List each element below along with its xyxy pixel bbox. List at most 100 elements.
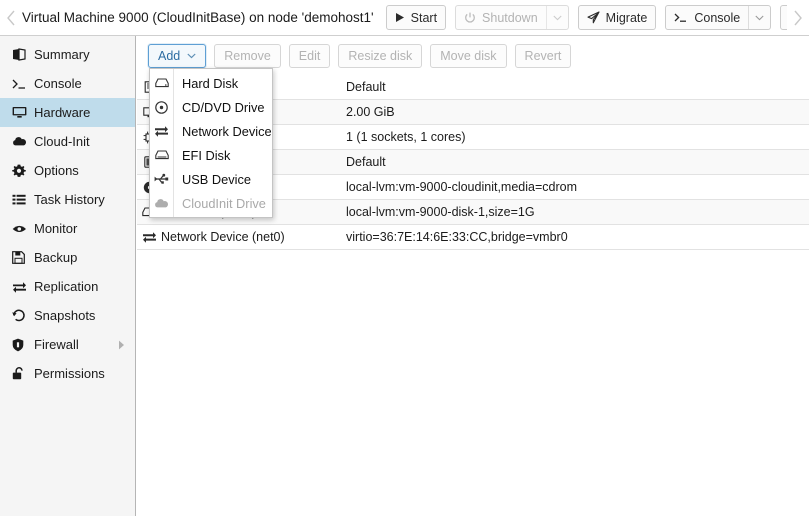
header-toolbar: Start Shutdown	[386, 5, 809, 30]
row-key: Network Device (net0)	[161, 230, 343, 244]
shutdown-button-label: Shutdown	[482, 11, 538, 25]
sidebar-item-backup[interactable]: Backup	[0, 243, 135, 272]
replication-icon	[12, 281, 34, 293]
shutdown-dropdown-arrow[interactable]	[546, 6, 568, 29]
menu-item-network-device[interactable]: Network Device	[150, 119, 272, 143]
sidebar-item-label: Monitor	[34, 221, 77, 236]
sidebar-item-summary[interactable]: Summary	[0, 40, 135, 69]
revert-button[interactable]: Revert	[515, 44, 572, 68]
chevron-down-icon	[187, 53, 196, 59]
menu-item-label: Hard Disk	[173, 76, 238, 91]
row-value: Default	[343, 80, 809, 94]
sidebar-item-console[interactable]: Console	[0, 69, 135, 98]
sidebar-item-replication[interactable]: Replication	[0, 272, 135, 301]
console-dropdown-arrow[interactable]	[748, 6, 770, 29]
sidebar-item-label: Options	[34, 163, 79, 178]
chevron-right-icon[interactable]	[787, 0, 809, 35]
move-disk-button[interactable]: Move disk	[430, 44, 506, 68]
add-button[interactable]: Add	[148, 44, 206, 68]
usb-icon	[150, 173, 173, 185]
sidebar-item-permissions[interactable]: Permissions	[0, 359, 135, 388]
menu-item-label: CD/DVD Drive	[173, 100, 264, 115]
sidebar-item-label: Cloud-Init	[34, 134, 90, 149]
row-value: local-lvm:vm-9000-cloudinit,media=cdrom	[343, 180, 809, 194]
menu-item-label: Network Device	[173, 124, 272, 139]
harddisk-icon	[150, 78, 173, 88]
sidebar-item-label: Hardware	[34, 105, 90, 120]
console-button[interactable]: Console	[666, 6, 748, 29]
eye-icon	[12, 224, 34, 234]
proxmox-vm-hardware-window: Virtual Machine 9000 (CloudInitBase) on …	[0, 0, 809, 516]
terminal-icon	[12, 78, 34, 90]
play-icon	[395, 12, 405, 23]
sidebar-item-snapshots[interactable]: Snapshots	[0, 301, 135, 330]
menu-item-usb-device[interactable]: USB Device	[150, 167, 272, 191]
console-button-label: Console	[694, 11, 740, 25]
add-button-label: Add	[158, 49, 180, 63]
unlock-icon	[12, 367, 34, 380]
remove-button-label: Remove	[224, 49, 271, 63]
history-icon	[12, 309, 34, 322]
cloud-icon	[12, 136, 34, 147]
row-value: Default	[343, 155, 809, 169]
table-row[interactable]: Network Device (net0) virtio=36:7E:14:6E…	[137, 225, 809, 250]
edit-button[interactable]: Edit	[289, 44, 331, 68]
menu-item-cloudinit-drive: CloudInit Drive	[150, 191, 272, 215]
row-value: local-lvm:vm-9000-disk-1,size=1G	[343, 205, 809, 219]
sidebar-item-label: Replication	[34, 279, 98, 294]
monitor-icon	[12, 106, 34, 119]
menu-item-label: USB Device	[173, 172, 251, 187]
migrate-button-label: Migrate	[606, 11, 648, 25]
list-icon	[12, 194, 34, 206]
sidebar-item-task-history[interactable]: Task History	[0, 185, 135, 214]
move-disk-button-label: Move disk	[440, 49, 496, 63]
chevron-left-icon[interactable]	[0, 0, 22, 36]
window-header: Virtual Machine 9000 (CloudInitBase) on …	[0, 0, 809, 36]
resize-disk-button[interactable]: Resize disk	[338, 44, 422, 68]
revert-button-label: Revert	[525, 49, 562, 63]
efidisk-icon	[150, 150, 173, 160]
shutdown-button[interactable]: Shutdown	[456, 6, 546, 29]
network-icon	[150, 125, 173, 137]
add-dropdown-menu: Hard Disk CD/DVD Drive Network Device EF…	[149, 68, 273, 218]
sidebar-item-label: Console	[34, 76, 82, 91]
migrate-button[interactable]: Migrate	[578, 5, 657, 30]
row-value: 1 (1 sockets, 1 cores)	[343, 130, 809, 144]
sidebar-item-label: Task History	[34, 192, 105, 207]
console-split-button[interactable]: Console	[665, 5, 771, 30]
cloud-icon	[150, 198, 173, 209]
menu-item-hard-disk[interactable]: Hard Disk	[150, 71, 272, 95]
start-button-label: Start	[411, 11, 437, 25]
row-value: 2.00 GiB	[343, 105, 809, 119]
remove-button[interactable]: Remove	[214, 44, 281, 68]
sidebar-item-firewall[interactable]: Firewall	[0, 330, 135, 359]
gear-icon	[12, 164, 34, 178]
sidebar-item-hardware[interactable]: Hardware	[0, 98, 135, 127]
terminal-icon	[674, 12, 688, 23]
sidebar-item-label: Backup	[34, 250, 77, 265]
page-title: Virtual Machine 9000 (CloudInitBase) on …	[22, 10, 386, 25]
floppy-icon	[12, 251, 34, 264]
sidebar: Summary Console Hardware Cloud-Init	[0, 36, 136, 516]
hardware-toolbar: Add Remove Edit Resize disk Move disk Re…	[137, 36, 809, 70]
shield-icon	[12, 338, 34, 352]
sidebar-item-label: Permissions	[34, 366, 105, 381]
menu-item-label: EFI Disk	[173, 148, 230, 163]
book-icon	[12, 48, 34, 61]
sidebar-item-label: Firewall	[34, 337, 79, 352]
paper-plane-icon	[587, 11, 600, 24]
cd-icon	[150, 101, 173, 114]
chevron-right-icon	[118, 330, 125, 359]
sidebar-item-monitor[interactable]: Monitor	[0, 214, 135, 243]
resize-disk-button-label: Resize disk	[348, 49, 412, 63]
menu-item-efi-disk[interactable]: EFI Disk	[150, 143, 272, 167]
edit-button-label: Edit	[299, 49, 321, 63]
sidebar-item-options[interactable]: Options	[0, 156, 135, 185]
menu-item-cd-dvd-drive[interactable]: CD/DVD Drive	[150, 95, 272, 119]
sidebar-item-cloud-init[interactable]: Cloud-Init	[0, 127, 135, 156]
start-button[interactable]: Start	[386, 5, 446, 30]
sidebar-item-label: Snapshots	[34, 308, 95, 323]
menu-item-label: CloudInit Drive	[173, 196, 266, 211]
shutdown-split-button[interactable]: Shutdown	[455, 5, 569, 30]
network-icon	[137, 231, 161, 243]
